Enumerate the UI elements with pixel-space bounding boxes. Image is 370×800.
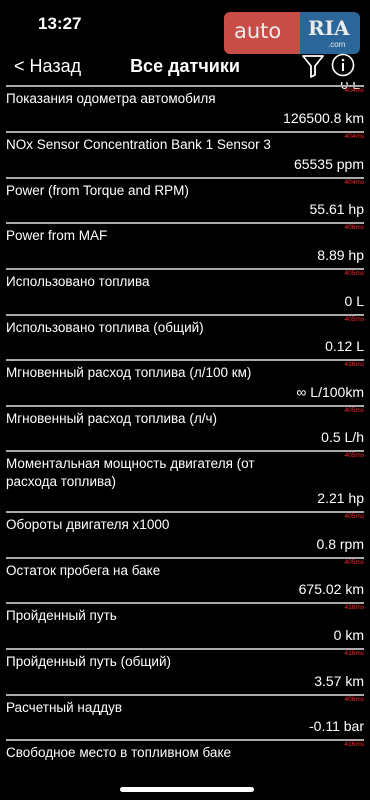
sensor-row[interactable]: 404ms NOx Sensor Concentration Bank 1 Sen… <box>0 131 370 182</box>
row-divider <box>6 450 364 452</box>
row-divider <box>6 602 364 604</box>
sensor-value: 8.89 hp <box>317 247 364 263</box>
sensor-label: Пройденный путь (общий) <box>6 654 171 669</box>
sensor-row[interactable]: 405ms Использовано топлива 0 L <box>0 268 370 319</box>
sensor-label: Мгновенный расход топлива (л/100 км) <box>6 365 252 380</box>
sensor-value: 126500.8 km <box>283 110 364 126</box>
sensor-value: 675.02 km <box>298 581 364 597</box>
row-divider <box>6 314 364 316</box>
sensor-row[interactable]: 404ms Показания одометра автомобиля 126500… <box>0 85 370 136</box>
row-divider <box>6 648 364 650</box>
sensor-row[interactable]: 405ms Мгновенный расход топлива (л/ч) 0.5 … <box>0 405 370 455</box>
sensor-latency: 416ms <box>344 604 364 611</box>
sensor-row[interactable]: 416ms Пройденный путь (общий) 3.57 km <box>0 648 370 699</box>
watermark-left-text: auto <box>234 19 282 43</box>
sensor-row[interactable]: 405ms Моментальная мощность двигателя (от… <box>0 450 370 516</box>
sensor-row[interactable]: 405ms Использовано топлива (общий) 0.12 L <box>0 314 370 364</box>
sensor-value: 0.12 L <box>325 338 364 354</box>
sensor-latency: 404ms <box>344 179 364 186</box>
sensor-label: Мгновенный расход топлива (л/ч) <box>6 411 217 426</box>
status-time: 13:27 <box>38 14 82 33</box>
row-divider <box>6 557 364 559</box>
sensor-value: 0.5 L/h <box>321 429 364 445</box>
sensor-label: Использовано топлива (общий) <box>6 320 204 335</box>
row-divider <box>6 511 364 513</box>
row-divider <box>6 177 364 179</box>
sensor-value: 0 km <box>333 627 364 643</box>
sensor-latency: 416ms <box>344 741 364 748</box>
sensor-value: 55.61 hp <box>309 201 365 217</box>
row-divider <box>6 85 364 87</box>
row-divider <box>6 694 364 696</box>
filter-icon[interactable] <box>302 54 324 78</box>
sensor-label: Моментальная мощность двигателя (от расх… <box>6 456 255 489</box>
sensor-latency: 405ms <box>344 513 364 520</box>
row-divider <box>6 405 364 407</box>
info-icon[interactable] <box>331 53 355 77</box>
sensor-label: Остаток пробега на баке <box>6 563 161 578</box>
sensor-label: Power from MAF <box>6 228 108 243</box>
sensor-latency: 405ms <box>344 270 364 277</box>
sensor-label: Пройденный путь <box>6 608 117 623</box>
sensor-list[interactable]: 0 L 404ms Показания одометра автомобиля 12… <box>0 82 370 800</box>
sensor-label: Свободное место в топливном баке <box>6 745 232 760</box>
sensor-label: Power (from Torque and RPM) <box>6 183 189 198</box>
sensor-value: 65535 ppm <box>293 156 364 172</box>
row-divider <box>6 739 364 741</box>
row-divider <box>6 268 364 270</box>
sensor-row[interactable]: 404ms Power (from Torque and RPM) 55.61 hp <box>0 177 370 227</box>
sensor-latency: 416ms <box>344 361 364 368</box>
sensor-latency: 406ms <box>344 224 364 231</box>
sensor-value: 0 L <box>344 293 364 309</box>
sensor-row[interactable]: 416ms Свободное место в топливном баке <box>0 739 370 790</box>
sensor-latency: 404ms <box>344 133 364 140</box>
sensor-value: ∞ L/100km <box>296 384 364 400</box>
sensor-value: -0.11 bar <box>309 718 364 734</box>
row-divider <box>6 359 364 361</box>
sensor-label: NOx Sensor Concentration Bank 1 Sensor 3 <box>6 137 271 152</box>
sensor-row[interactable]: 416ms Мгновенный расход топлива (л/100 км… <box>0 359 370 410</box>
sensor-latency: 405ms <box>344 407 364 414</box>
sensor-label: Использовано топлива <box>6 274 150 289</box>
sensor-latency: 405ms <box>344 452 364 459</box>
sensor-row[interactable]: 405ms Остаток пробега на баке 675.02 km <box>0 557 370 607</box>
sensor-value: 2.21 hp <box>317 490 364 506</box>
sensor-latency: 405ms <box>344 316 364 323</box>
sensor-latency: 406ms <box>344 696 364 703</box>
row-divider <box>6 222 364 224</box>
row-divider <box>6 131 364 133</box>
sensor-label: Показания одометра автомобиля <box>6 91 216 106</box>
sensor-latency: 405ms <box>344 559 364 566</box>
sensor-row[interactable]: 416ms Пройденный путь 0 km <box>0 602 370 653</box>
sensor-value: 3.57 km <box>314 673 364 689</box>
sensor-latency: 404ms <box>344 87 364 94</box>
home-indicator <box>120 787 254 792</box>
sensor-latency: 416ms <box>344 650 364 657</box>
watermark-right-text: RIA <box>308 16 350 40</box>
sensor-label: Обороты двигателя x1000 <box>6 517 170 532</box>
sensor-value: 0.8 rpm <box>316 536 364 552</box>
sensor-label: Расчетный наддув <box>6 700 123 715</box>
sensor-row[interactable]: 406ms Power from MAF 8.89 hp <box>0 222 370 273</box>
sensor-row[interactable]: 405ms Обороты двигателя x1000 0.8 rpm <box>0 511 370 562</box>
sensor-row[interactable]: 406ms Расчетный наддув -0.11 bar <box>0 694 370 744</box>
